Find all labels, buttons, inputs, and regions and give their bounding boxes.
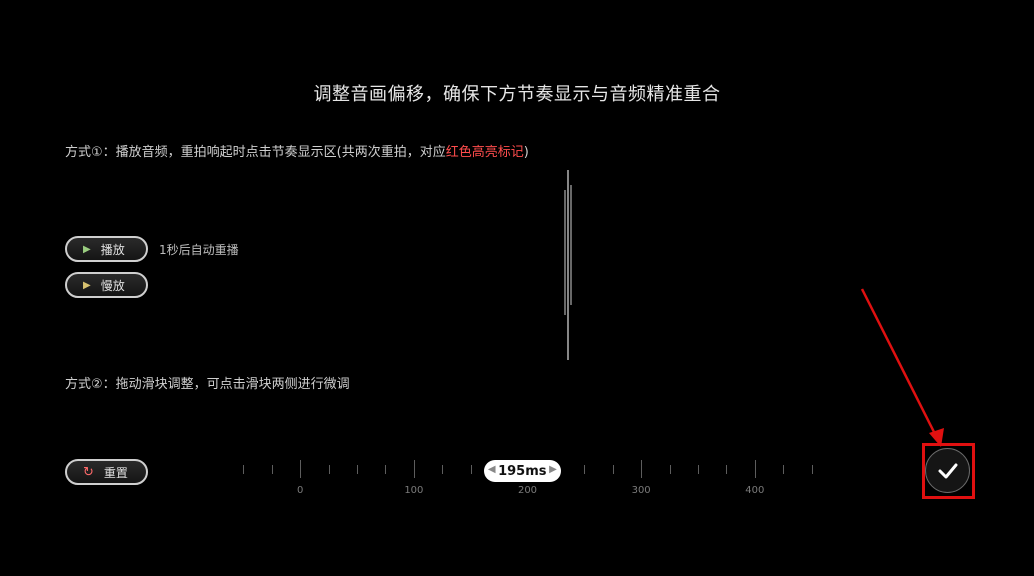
increase-arrow-icon[interactable]: ▶ [549,464,557,475]
ruler-minor-tick [669,465,671,474]
ruler-minor-tick [697,465,699,474]
reset-icon: ↻ [83,464,94,480]
ruler-minor-tick [328,465,330,474]
slow-play-icon: ▶ [83,279,91,291]
check-icon [938,463,957,478]
ruler-tick-label: 0 [297,485,304,496]
ruler-minor-tick [357,465,359,474]
method-one-text: 方式①：播放音频，重拍响起时点击节奏显示区(共两次重拍，对应 [65,145,446,160]
ruler-tick-label: 400 [745,485,765,496]
slow-play-label: 慢放 [100,278,125,293]
method-one-highlight: 红色高亮标记 [445,145,524,160]
slider-value: 195ms [498,463,547,479]
offset-slider-handle[interactable]: ◀ 195ms ▶ [483,460,561,482]
ruler-tick-label: 200 [517,485,538,496]
play-button[interactable]: ▶ 播放 [65,236,148,262]
decrease-arrow-icon[interactable]: ◀ [488,464,496,475]
ruler-minor-tick [385,465,387,474]
method-two-instruction: 方式②：拖动滑块调整，可点击滑块两侧进行微调 [65,377,350,392]
ruler-major-tick [754,460,756,478]
play-label: 播放 [100,242,125,257]
ruler-minor-tick [470,465,472,474]
reset-button[interactable]: ↻ 重置 [65,459,148,485]
ruler-minor-tick [612,465,614,474]
confirm-button[interactable] [925,448,970,493]
ruler-minor-tick [783,465,785,474]
ruler-minor-tick [584,465,586,474]
ruler-minor-tick [726,465,728,474]
slow-play-button[interactable]: ▶ 慢放 [65,272,148,298]
play-icon: ▶ [83,243,91,255]
ruler-major-tick [413,460,415,478]
ruler-minor-tick [442,465,444,474]
method-one-suffix: ) [523,145,529,160]
ruler-major-tick [641,460,643,478]
reset-label: 重置 [103,465,128,480]
rhythm-display-area[interactable] [560,165,580,365]
method-one-instruction: 方式①：播放音频，重拍响起时点击节奏显示区(共两次重拍，对应红色高亮标记) [65,141,529,160]
ruler-major-tick [300,460,302,478]
ruler-tick-label: 100 [404,485,424,496]
auto-replay-note: 1秒后自动重播 [159,243,239,257]
ruler-tick-label: 300 [631,485,651,496]
ruler-minor-tick [811,465,813,474]
ruler-minor-tick [243,465,245,474]
page-title: 调整音画偏移，确保下方节奏显示与音频精准重合 [313,84,721,105]
ruler-minor-tick [271,465,273,474]
